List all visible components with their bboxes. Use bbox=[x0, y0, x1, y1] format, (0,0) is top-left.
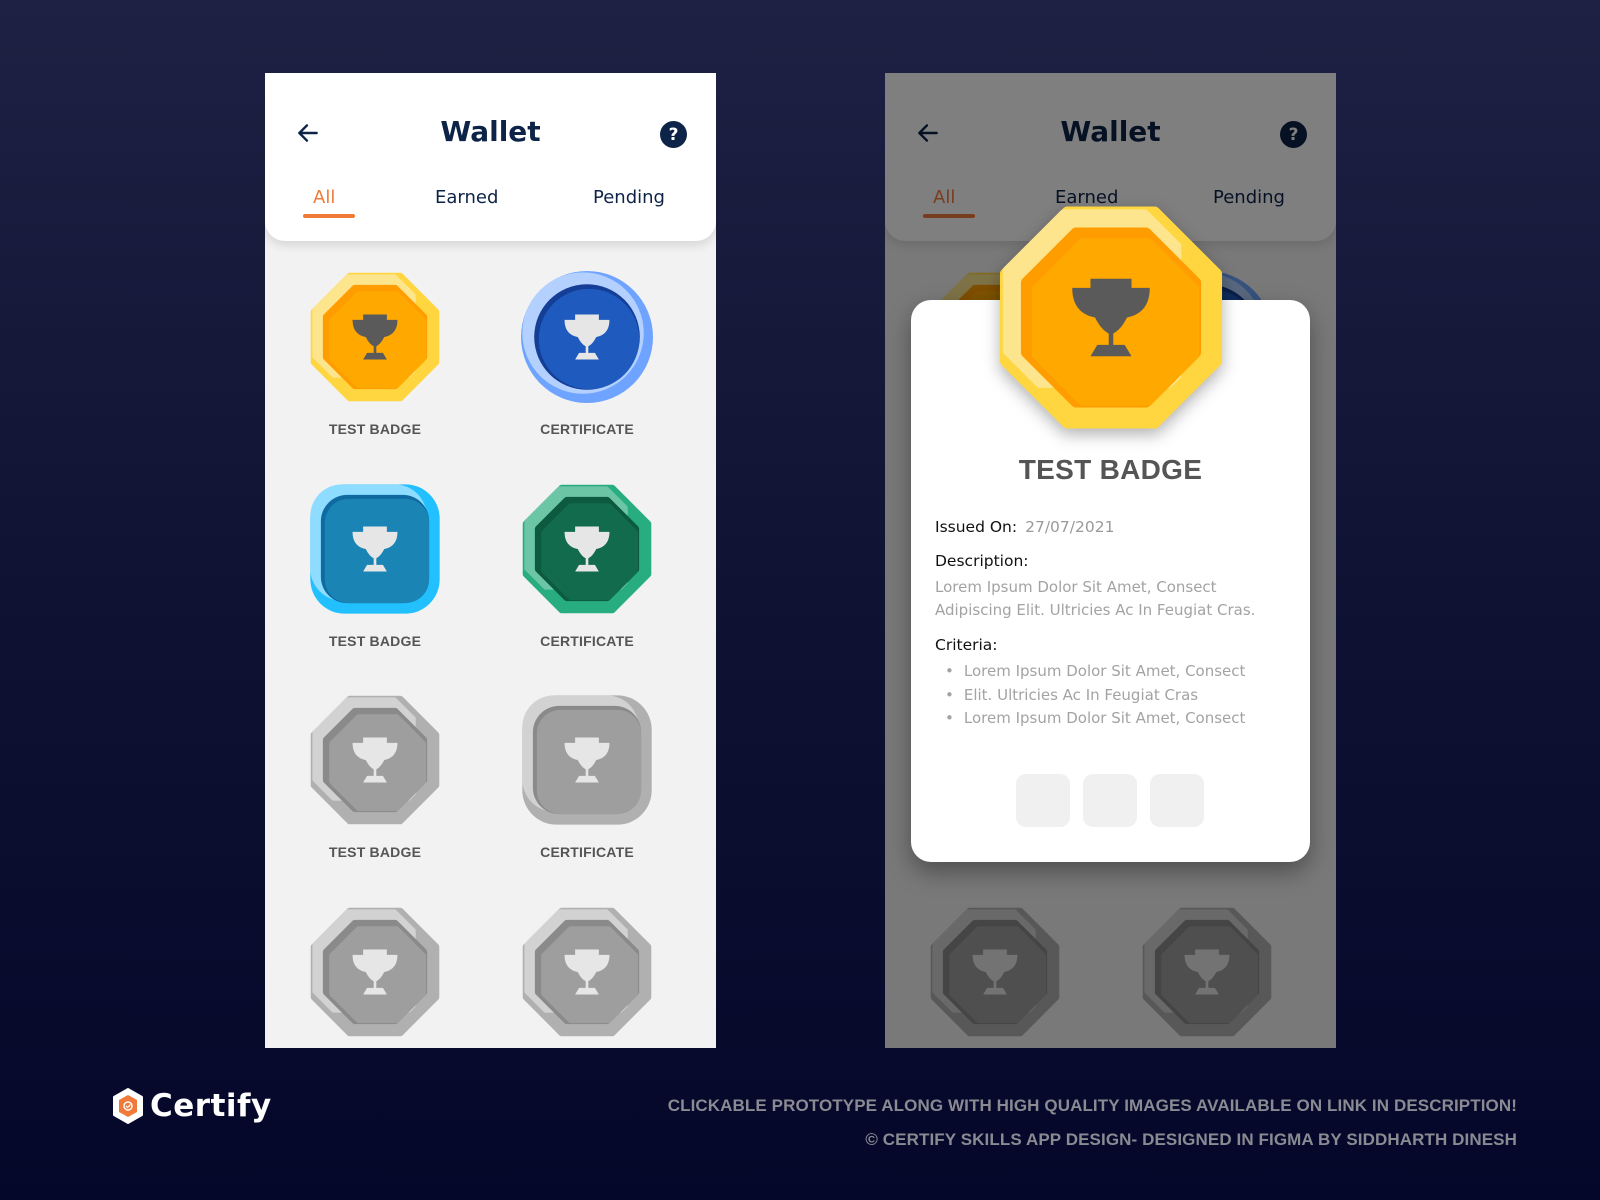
badge-sky-square bbox=[309, 483, 441, 615]
badge-label: CERTIFICATE bbox=[540, 844, 634, 860]
certify-logo: Certify bbox=[112, 1088, 272, 1124]
description-label: Description: bbox=[935, 552, 1029, 570]
action-button-2[interactable] bbox=[1083, 774, 1137, 827]
wallet-screen-detail: Wallet ? All Earned Pending TEST BADGE I… bbox=[885, 73, 1336, 1048]
badge-item-locked[interactable] bbox=[285, 906, 465, 1038]
badge-gray-square bbox=[521, 694, 653, 826]
criteria-item: Lorem Ipsum Dolor Sit Amet, Consect bbox=[935, 707, 1290, 731]
badge-label: TEST BADGE bbox=[328, 421, 422, 437]
tab-pending[interactable]: Pending bbox=[593, 187, 665, 208]
header: Wallet ? All Earned Pending bbox=[265, 73, 716, 241]
footer-credit: © CERTIFY SKILLS APP DESIGN- DESIGNED IN… bbox=[865, 1130, 1517, 1149]
certificate-item[interactable]: CERTIFICATE bbox=[497, 483, 677, 649]
criteria-label: Criteria: bbox=[935, 636, 998, 654]
brand-name: Certify bbox=[150, 1088, 272, 1124]
criteria-list: Lorem Ipsum Dolor Sit Amet, Consect Elit… bbox=[935, 660, 1290, 731]
tab-earned[interactable]: Earned bbox=[435, 187, 498, 208]
badge-gold-octagon-large bbox=[997, 203, 1225, 432]
criteria-item: Lorem Ipsum Dolor Sit Amet, Consect bbox=[935, 660, 1290, 684]
badge-green-octagon bbox=[521, 483, 653, 615]
action-button-3[interactable] bbox=[1150, 774, 1204, 827]
page-title: Wallet bbox=[440, 115, 541, 148]
badge-label: TEST BADGE bbox=[328, 633, 422, 649]
badge-title: TEST BADGE bbox=[1018, 454, 1203, 485]
issued-on-label: Issued On: bbox=[935, 518, 1018, 536]
question-circle-icon[interactable]: ? bbox=[660, 121, 687, 148]
badge-item[interactable]: TEST BADGE bbox=[285, 271, 465, 437]
badge-blue-circle bbox=[521, 271, 653, 403]
certificate-item[interactable]: CERTIFICATE bbox=[497, 271, 677, 437]
tab-all[interactable]: All bbox=[313, 187, 335, 208]
action-button-1[interactable] bbox=[1016, 774, 1070, 827]
certificate-item-locked[interactable]: CERTIFICATE bbox=[497, 694, 677, 860]
certify-logo-icon bbox=[113, 1088, 143, 1124]
badge-gray-octagon bbox=[309, 906, 441, 1038]
badge-gray-octagon bbox=[521, 906, 653, 1038]
badge-gray-octagon bbox=[309, 694, 441, 826]
description-text: Lorem Ipsum Dolor Sit Amet, Consect Adip… bbox=[935, 578, 1256, 619]
badge-item[interactable]: TEST BADGE bbox=[285, 483, 465, 649]
badge-item-locked[interactable]: TEST BADGE bbox=[285, 694, 465, 860]
issued-on-value: 27/07/2021 bbox=[1025, 518, 1115, 536]
badge-label: TEST BADGE bbox=[328, 844, 422, 860]
criteria-item: Elit. Ultricies Ac In Feugiat Cras bbox=[935, 684, 1290, 708]
badge-item-locked[interactable] bbox=[497, 906, 677, 1038]
badge-label: CERTIFICATE bbox=[540, 633, 634, 649]
wallet-screen: Wallet ? All Earned Pending TEST BADGE C… bbox=[265, 73, 716, 1048]
badge-gold-octagon bbox=[309, 271, 441, 403]
footer-note: CLICKABLE PROTOTYPE ALONG WITH HIGH QUAL… bbox=[667, 1096, 1517, 1115]
badge-label: CERTIFICATE bbox=[540, 421, 634, 437]
active-tab-indicator bbox=[303, 214, 355, 218]
